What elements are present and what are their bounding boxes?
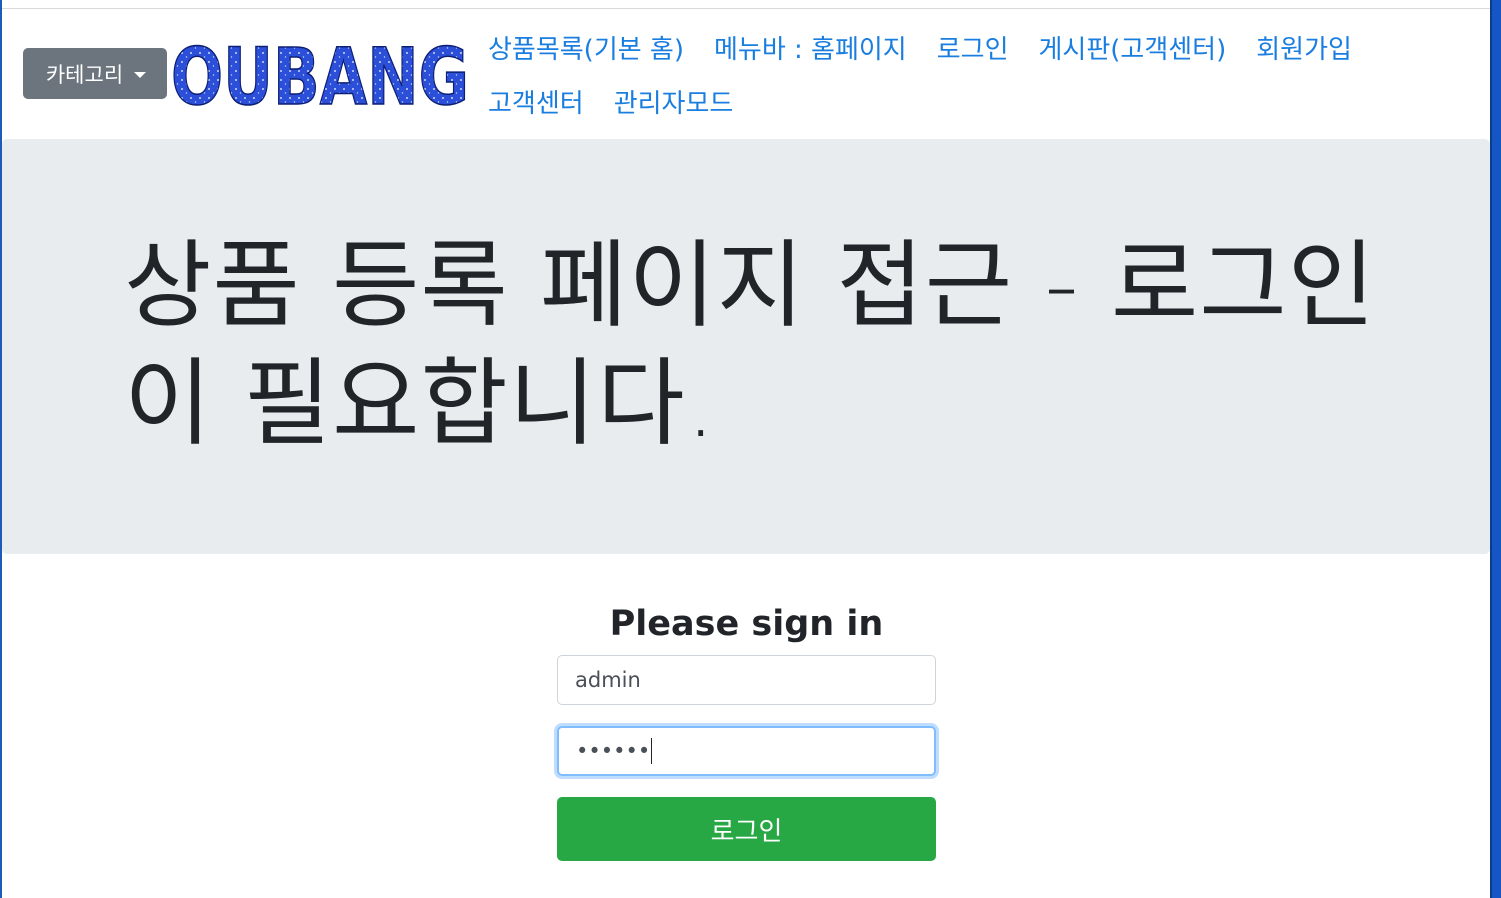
window-left-edge [0, 0, 2, 898]
nav-link-board[interactable]: 게시판(고객센터) [1039, 29, 1227, 66]
nav-row-1: 상품목록(기본 홈) 메뉴바 : 홈페이지 로그인 게시판(고객센터) 회원가입 [488, 27, 1478, 67]
username-input[interactable]: admin [557, 655, 936, 705]
oubang-logo[interactable]: OUBANG [171, 42, 471, 110]
nav-link-product-list[interactable]: 상품목록(기본 홈) [488, 29, 684, 66]
page-title: 상품 등록 페이지 접근 - 로그인이 필요합니다. [124, 231, 1377, 459]
jumbotron: 상품 등록 페이지 접근 - 로그인이 필요합니다. [2, 139, 1490, 554]
nav-link-customer-center[interactable]: 고객센터 [488, 83, 584, 120]
top-border [0, 0, 1490, 9]
caret-down-icon [134, 71, 147, 78]
nav-row-2: 고객센터 관리자모드 [488, 81, 1478, 121]
username-value: admin [575, 668, 641, 692]
browser-viewport: 카테고리 OUBANG 상품목록(기본 홈) 메뉴바 : 홈페이지 로그인 게시… [0, 0, 1501, 898]
nav-link-login[interactable]: 로그인 [937, 29, 1009, 66]
nav-links: 상품목록(기본 홈) 메뉴바 : 홈페이지 로그인 게시판(고객센터) 회원가입… [488, 27, 1478, 135]
category-dropdown-label: 카테고리 [45, 62, 124, 87]
login-button-label: 로그인 [710, 816, 783, 847]
window-right-edge-shadow [1490, 0, 1492, 898]
text-cursor [651, 738, 653, 764]
navbar: 카테고리 OUBANG 상품목록(기본 홈) 메뉴바 : 홈페이지 로그인 게시… [2, 9, 1490, 139]
password-value: •••••• [576, 739, 651, 763]
login-button[interactable]: 로그인 [557, 797, 936, 861]
signin-title: Please sign in [609, 604, 884, 644]
category-dropdown-button[interactable]: 카테고리 [23, 48, 167, 99]
signin-form: Please sign in admin •••••• 로그인 [557, 598, 936, 861]
nav-link-homepage[interactable]: 메뉴바 : 홈페이지 [714, 29, 907, 66]
password-input[interactable]: •••••• [557, 726, 936, 776]
nav-link-signup[interactable]: 회원가입 [1256, 29, 1352, 66]
nav-link-admin-mode[interactable]: 관리자모드 [614, 83, 734, 120]
logo-text: OUBANG [171, 42, 469, 110]
